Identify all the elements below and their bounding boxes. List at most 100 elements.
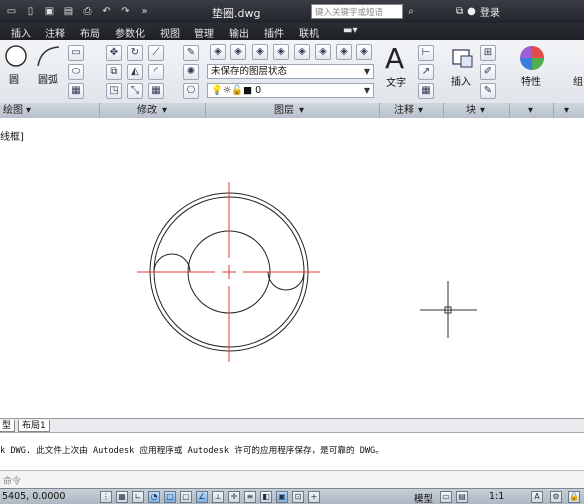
lineweight-icon[interactable]: ≡ xyxy=(244,491,256,503)
annotation-visibility-icon[interactable]: A xyxy=(531,491,543,503)
viewport-label[interactable]: 线框] xyxy=(0,128,24,143)
user-icon[interactable]: ● xyxy=(467,6,476,17)
tab-manage[interactable]: 管理 xyxy=(194,25,214,40)
3d-osnap-icon[interactable]: ▢ xyxy=(180,491,192,503)
transparency-icon[interactable]: ◧ xyxy=(260,491,272,503)
properties-button-label[interactable]: 特性 xyxy=(521,73,541,88)
ellipse-icon[interactable]: ⬭ xyxy=(68,64,84,80)
save-icon[interactable]: ▣ xyxy=(42,4,57,19)
ducs-icon[interactable]: ⟂ xyxy=(212,491,224,503)
edit-block-icon[interactable]: ✐ xyxy=(480,64,496,80)
scale-icon[interactable]: ⤡ xyxy=(127,83,143,99)
sc-icon[interactable]: ⊡ xyxy=(292,491,304,503)
explode-icon[interactable]: ✺ xyxy=(183,64,199,80)
app-menu-icon[interactable]: ▭ xyxy=(4,4,19,19)
hatch-icon[interactable]: ▦ xyxy=(68,83,84,99)
tab-annotate[interactable]: 注释 xyxy=(45,25,65,40)
insert-block-icon[interactable] xyxy=(451,46,475,70)
rotate-icon[interactable]: ↻ xyxy=(127,45,143,61)
undo-icon[interactable]: ↶ xyxy=(99,4,114,19)
layer-state-select[interactable]: 未保存的图层状态 ▼ xyxy=(207,64,374,79)
new-icon[interactable]: ▯ xyxy=(23,4,38,19)
am-icon[interactable]: + xyxy=(308,491,320,503)
tab-layout1[interactable]: 布局1 xyxy=(18,420,50,432)
tab-layout[interactable]: 布局 xyxy=(80,25,100,40)
trim-icon[interactable]: ⟋ xyxy=(148,45,164,61)
coordinate-readout[interactable]: 5405, 0.0000 xyxy=(2,491,65,502)
layout-icon[interactable]: ▭ xyxy=(440,491,452,503)
arc-tool-icon[interactable] xyxy=(35,44,61,70)
layer-icon-3[interactable]: ◈ xyxy=(252,44,268,60)
layer-icon-7[interactable]: ◈ xyxy=(336,44,352,60)
tab-online[interactable]: 联机 xyxy=(299,25,319,40)
erase-icon[interactable]: ✎ xyxy=(183,45,199,61)
panel-layer-footer[interactable]: 图层 ▾ xyxy=(206,103,380,118)
print-icon[interactable]: ⎙ xyxy=(80,4,95,19)
rectangle-icon[interactable]: ▭ xyxy=(68,45,84,61)
snap-icon[interactable]: ⋮ xyxy=(100,491,112,503)
mirror-icon[interactable]: ◭ xyxy=(127,64,143,80)
create-block-icon[interactable]: ⊞ xyxy=(480,45,496,61)
redo-icon[interactable]: ↷ xyxy=(118,4,133,19)
panel-draw-footer[interactable]: 绘图 ▾ xyxy=(0,103,100,118)
panel-block-footer[interactable]: 块 ▾ xyxy=(444,103,510,118)
model-space-label[interactable]: 模型 xyxy=(414,491,433,504)
table-icon[interactable]: ▦ xyxy=(418,83,434,99)
search-icon[interactable]: ⌕ xyxy=(404,5,418,18)
copy-icon[interactable]: ⧉ xyxy=(106,64,122,80)
annotation-scale[interactable]: 1:1 xyxy=(489,491,504,502)
qp-icon[interactable]: ▣ xyxy=(276,491,288,503)
tab-view[interactable]: 视图 xyxy=(160,25,180,40)
circle-tool-icon[interactable] xyxy=(4,44,28,70)
drawing-area[interactable] xyxy=(0,118,584,418)
circle-button-label[interactable]: 圆 xyxy=(9,71,19,86)
text-button-label[interactable]: 文字 xyxy=(386,74,406,89)
command-line[interactable]: 命令 xyxy=(0,470,584,488)
layer-select[interactable]: 💡☼🔓■ 0 ▼ xyxy=(207,83,374,98)
panel-annotate-footer[interactable]: 注释 ▾ xyxy=(380,103,444,118)
video-icon[interactable]: ▬▾ xyxy=(343,25,357,36)
layer-properties-icon[interactable]: ◈ xyxy=(210,44,226,60)
layer-icon-5[interactable]: ◈ xyxy=(294,44,310,60)
drawing-svg[interactable] xyxy=(0,118,584,418)
panel-modify-footer[interactable]: 修改 ▾ xyxy=(100,103,206,118)
move-icon[interactable]: ✥ xyxy=(106,45,122,61)
workspace-icon[interactable]: ⚙ xyxy=(550,491,562,503)
properties-icon[interactable] xyxy=(518,44,546,72)
layer-icon-8[interactable]: ◈ xyxy=(356,44,372,60)
quickview-icon[interactable]: ▤ xyxy=(456,491,468,503)
tab-insert[interactable]: 插入 xyxy=(11,25,31,40)
ortho-icon[interactable]: ∟ xyxy=(132,491,144,503)
text-icon[interactable]: A xyxy=(385,42,404,75)
leader-icon[interactable]: ↗ xyxy=(418,64,434,80)
arc-button-label[interactable]: 圆弧 xyxy=(38,71,58,86)
block-attr-icon[interactable]: ✎ xyxy=(480,83,496,99)
layer-icon-2[interactable]: ◈ xyxy=(230,44,246,60)
tab-output[interactable]: 输出 xyxy=(229,25,249,40)
group-button-label[interactable]: 组 xyxy=(573,73,583,88)
grid-icon[interactable]: ▦ xyxy=(116,491,128,503)
lock-icon[interactable]: 🔒 xyxy=(568,491,580,503)
insert-button-label[interactable]: 插入 xyxy=(451,73,471,88)
offset-icon[interactable]: ⎔ xyxy=(183,83,199,99)
more-icon[interactable]: » xyxy=(137,4,152,19)
binoculars-icon[interactable]: ⧉ xyxy=(456,6,463,17)
osnap-icon[interactable]: □ xyxy=(164,491,176,503)
search-input[interactable]: 键入关键字或短语 xyxy=(311,4,403,19)
layer-icon-4[interactable]: ◈ xyxy=(273,44,289,60)
tab-parametric[interactable]: 参数化 xyxy=(115,25,145,40)
dimension-icon[interactable]: ⊢ xyxy=(418,45,434,61)
polar-icon[interactable]: ◔ xyxy=(148,491,160,503)
array-icon[interactable]: ▦ xyxy=(148,83,164,99)
login-link[interactable]: 登录 xyxy=(480,4,500,19)
otrack-icon[interactable]: ∠ xyxy=(196,491,208,503)
stretch-icon[interactable]: ◳ xyxy=(106,83,122,99)
tab-plugins[interactable]: 插件 xyxy=(264,25,284,40)
save-as-icon[interactable]: ▤ xyxy=(61,4,76,19)
dyn-icon[interactable]: ✛ xyxy=(228,491,240,503)
fillet-icon[interactable]: ◜ xyxy=(148,64,164,80)
tab-model[interactable]: 型 xyxy=(0,420,16,432)
panel-properties-footer[interactable]: ▾ xyxy=(510,103,554,118)
layer-icon-6[interactable]: ◈ xyxy=(315,44,331,60)
panel-group-footer[interactable]: ▾ xyxy=(554,103,584,118)
